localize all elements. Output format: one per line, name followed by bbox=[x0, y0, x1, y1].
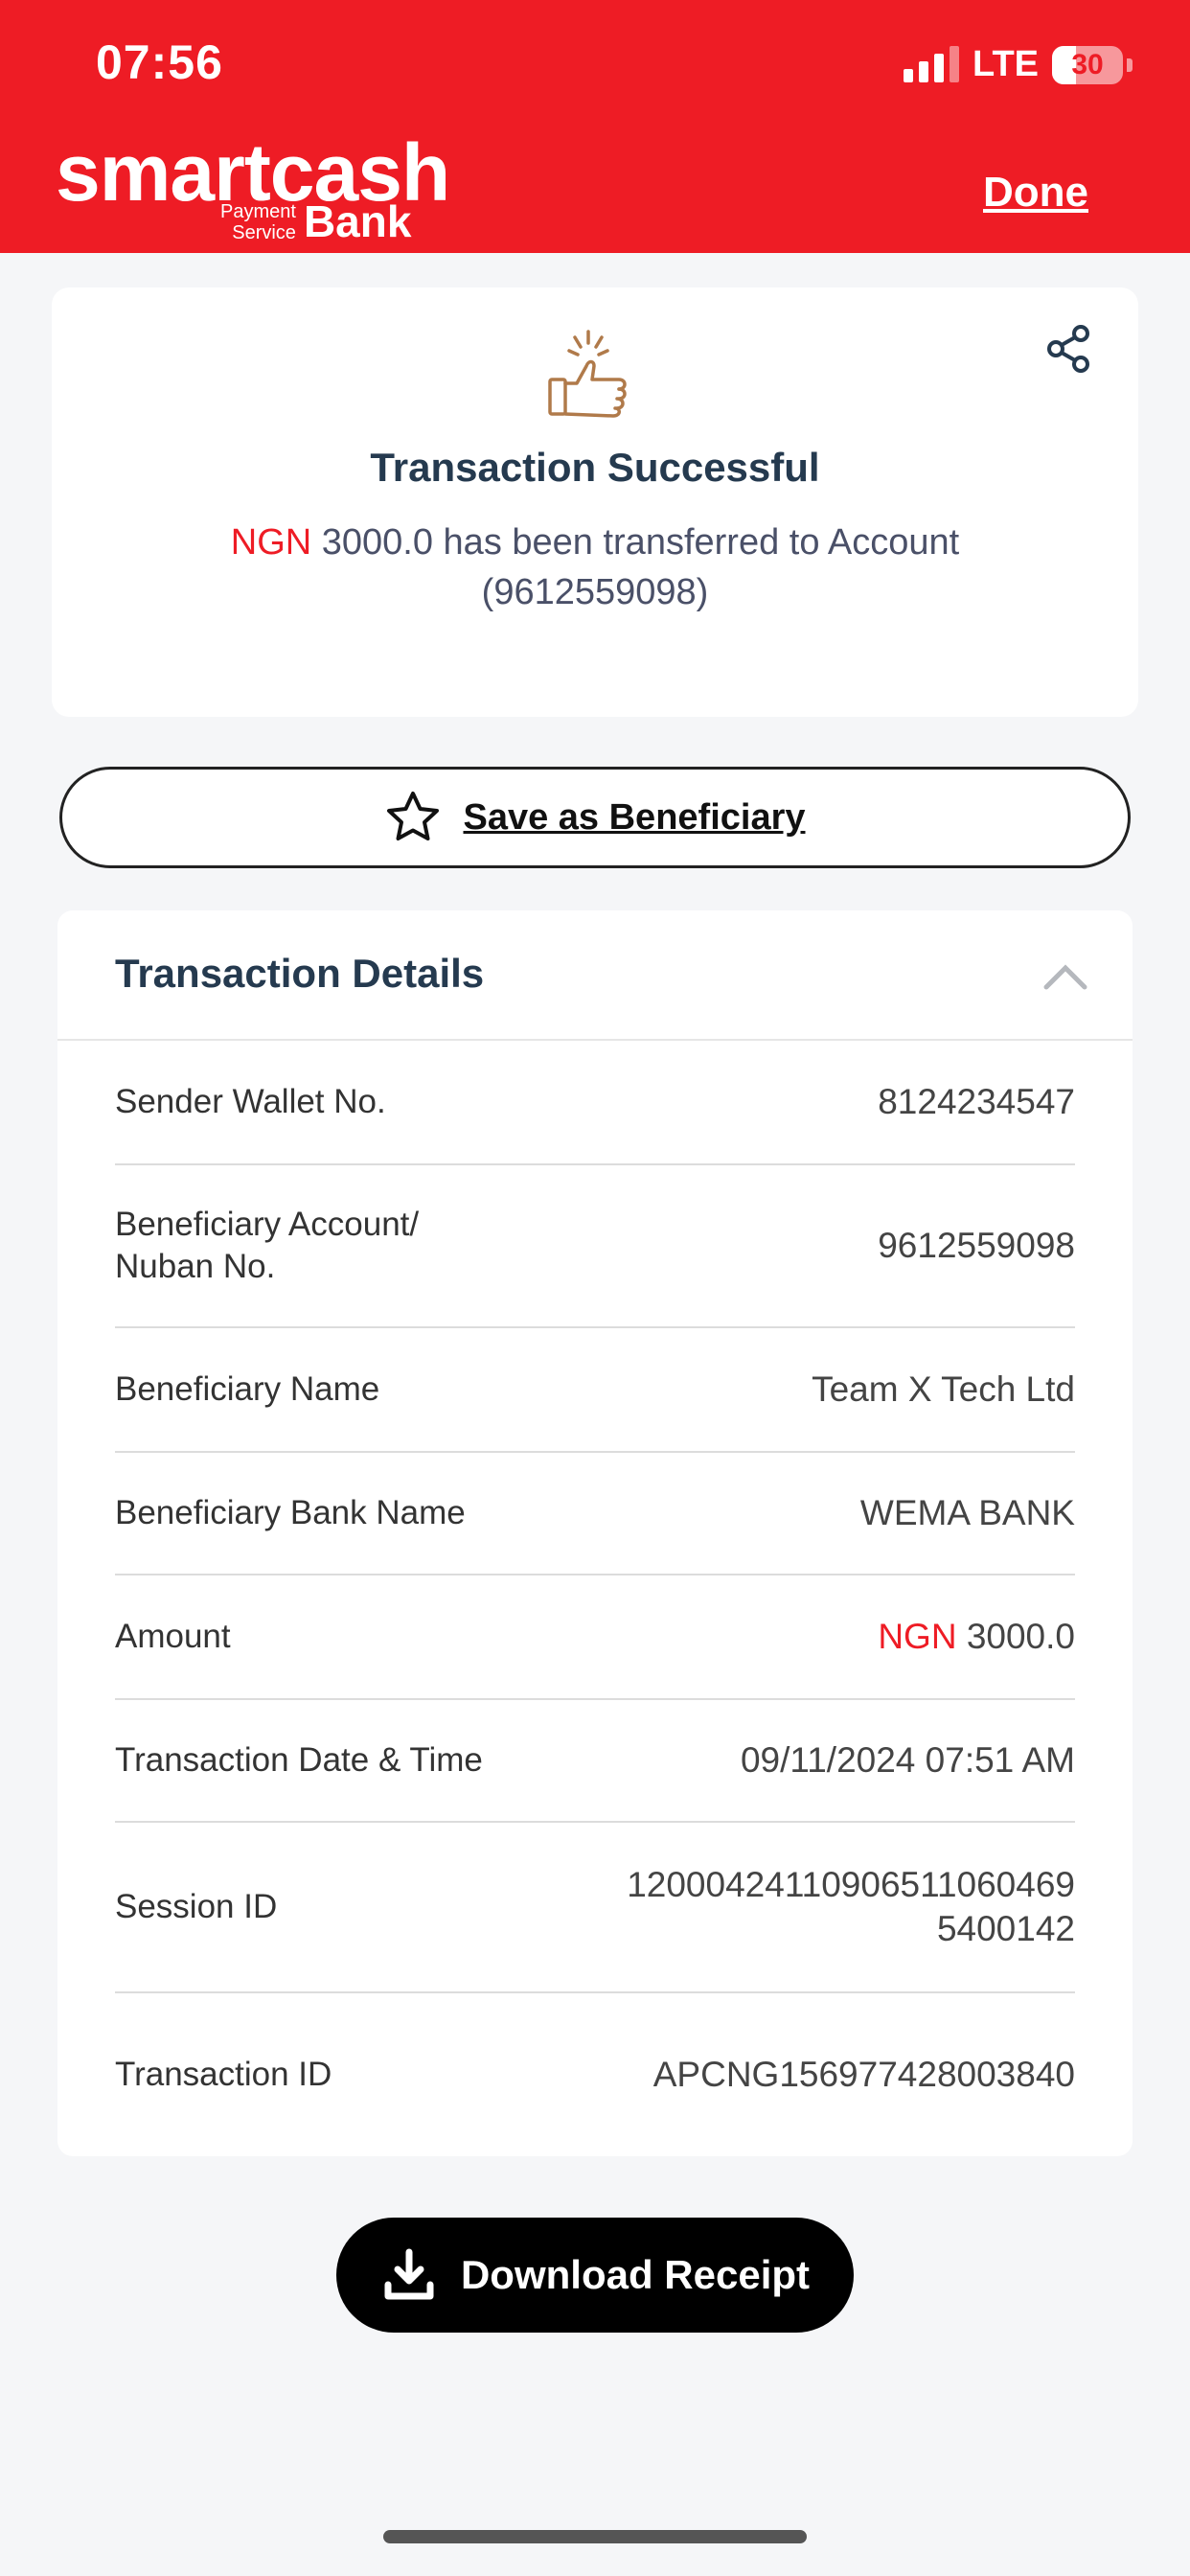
row-value: 9612559098 bbox=[878, 1226, 1075, 1265]
details-row-session-id: Session ID 12000424110906511060469540014… bbox=[115, 1823, 1075, 1993]
success-card: Transaction Successful NGN 3000.0 has be… bbox=[52, 288, 1138, 717]
app-header: 07:56 LTE 30 smartcash Payment Service B… bbox=[0, 0, 1190, 253]
battery-level: 30 bbox=[1071, 48, 1104, 80]
details-row-amount: Amount NGN 3000.0 bbox=[115, 1576, 1075, 1700]
amount-value: 3000.0 bbox=[966, 1617, 1075, 1656]
success-title: Transaction Successful bbox=[370, 445, 820, 490]
network-type: LTE bbox=[973, 44, 1039, 84]
signal-icon bbox=[904, 45, 960, 82]
row-label: Session ID bbox=[115, 1888, 278, 1925]
row-label: Beneficiary Bank Name bbox=[115, 1494, 466, 1531]
download-receipt-button[interactable]: Download Receipt bbox=[336, 2218, 854, 2333]
status-bar-right: LTE 30 bbox=[904, 44, 1133, 85]
success-message: NGN 3000.0 has been transferred to Accou… bbox=[167, 518, 1023, 617]
battery-icon: 30 bbox=[1052, 45, 1123, 84]
row-label: Sender Wallet No. bbox=[115, 1083, 386, 1120]
details-title: Transaction Details bbox=[115, 951, 485, 996]
logo-bank: Bank bbox=[303, 196, 412, 246]
thumbs-up-icon bbox=[548, 330, 627, 418]
amount-currency: NGN bbox=[878, 1617, 957, 1656]
download-icon bbox=[384, 2248, 434, 2300]
details-row-beneficiary-account: Beneficiary Account/ Nuban No. 961255909… bbox=[115, 1165, 1075, 1328]
save-beneficiary-label: Save as Beneficiary bbox=[463, 796, 806, 838]
home-indicator bbox=[383, 2530, 807, 2543]
row-label: Transaction ID bbox=[115, 2056, 332, 2093]
row-value: APCNG156977428003840 bbox=[652, 2055, 1075, 2094]
save-beneficiary-button[interactable]: Save as Beneficiary bbox=[59, 767, 1131, 868]
details-row-bank-name: Beneficiary Bank Name WEMA BANK bbox=[115, 1453, 1075, 1576]
row-value: NGN 3000.0 bbox=[878, 1615, 1075, 1659]
row-value: Team X Tech Ltd bbox=[812, 1369, 1075, 1409]
row-label: Transaction Date & Time bbox=[115, 1741, 483, 1779]
smartcash-logo: smartcash Payment Service Bank bbox=[56, 132, 450, 243]
details-header[interactable]: Transaction Details bbox=[57, 910, 1133, 1041]
row-label: Beneficiary Name bbox=[115, 1370, 380, 1408]
transaction-details-card: Transaction Details Sender Wallet No. 81… bbox=[57, 910, 1133, 2156]
row-value: WEMA BANK bbox=[859, 1493, 1075, 1532]
share-icon[interactable] bbox=[1042, 322, 1096, 376]
star-icon bbox=[387, 792, 440, 840]
details-row-beneficiary-name: Beneficiary Name Team X Tech Ltd bbox=[115, 1328, 1075, 1453]
row-label: Beneficiary Account/ Nuban No. bbox=[115, 1206, 420, 1285]
details-row-transaction-id: Transaction ID APCNG156977428003840 bbox=[115, 1993, 1075, 2156]
chevron-up-icon[interactable] bbox=[1041, 953, 1090, 1002]
row-value: 09/11/2024 07:51 AM bbox=[740, 1740, 1075, 1780]
logo-payment: Payment bbox=[220, 201, 296, 222]
logo-service: Service bbox=[232, 222, 296, 243]
success-currency: NGN bbox=[230, 522, 312, 563]
success-message-text: 3000.0 has been transferred to Account (… bbox=[321, 522, 960, 612]
row-value: 120004241109065110604695400142 bbox=[627, 1865, 1075, 1948]
details-row-sender-wallet: Sender Wallet No. 8124234547 bbox=[115, 1041, 1075, 1165]
details-row-date-time: Transaction Date & Time 09/11/2024 07:51… bbox=[115, 1700, 1075, 1823]
row-value: 8124234547 bbox=[878, 1082, 1075, 1121]
status-time: 07:56 bbox=[96, 35, 223, 89]
download-receipt-label: Download Receipt bbox=[460, 2252, 811, 2297]
row-label: Amount bbox=[115, 1618, 231, 1655]
done-button[interactable]: Done bbox=[983, 169, 1088, 217]
